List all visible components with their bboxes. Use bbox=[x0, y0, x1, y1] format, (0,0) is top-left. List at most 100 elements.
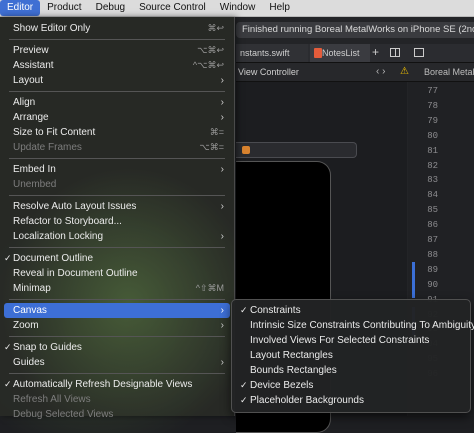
line-number: 82 bbox=[427, 160, 438, 171]
add-editor-icon[interactable]: + bbox=[372, 45, 379, 59]
menu-item-refactor-to-storyboard[interactable]: Refactor to Storyboard... bbox=[4, 214, 230, 229]
line-number: 83 bbox=[427, 175, 438, 186]
chevron-right-icon: › bbox=[220, 112, 224, 123]
line-number: 86 bbox=[427, 220, 438, 231]
menu-item-label: Placeholder Backgrounds bbox=[250, 395, 364, 406]
canvas-option-placeholder-backgrounds[interactable]: ✓ Placeholder Backgrounds bbox=[236, 393, 466, 408]
menu-item-resolve-auto-layout-issues[interactable]: Resolve Auto Layout Issues › bbox=[4, 199, 230, 214]
menu-item-label: Canvas bbox=[13, 305, 47, 316]
keyboard-shortcut: ^⌥⌘↩ bbox=[192, 60, 224, 70]
menu-item-layout[interactable]: Layout › bbox=[4, 73, 230, 88]
keyboard-shortcut: ^⇧⌘M bbox=[195, 283, 224, 293]
canvas-option-device-bezels[interactable]: ✓ Device Bezels bbox=[236, 378, 466, 393]
editor-menu: Show Editor Only ⌘↩ Preview ⌥⌘↩ Assistant ^⌥⌘… bbox=[0, 17, 235, 420]
menu-item-document-outline[interactable]: ✓ Document Outline bbox=[4, 251, 230, 266]
chevron-right-icon: › bbox=[220, 320, 224, 331]
split-editor-icon[interactable] bbox=[390, 48, 400, 57]
warning-icon[interactable]: ⚠ bbox=[400, 63, 409, 81]
menu-item-label: Refactor to Storyboard... bbox=[13, 216, 122, 227]
scene-dock[interactable] bbox=[236, 142, 357, 158]
chevron-right-icon: › bbox=[220, 75, 224, 86]
menu-item-assistant[interactable]: Assistant ^⌥⌘↩ bbox=[4, 58, 230, 73]
menu-item-debug-selected-views: Debug Selected Views bbox=[4, 407, 230, 422]
menu-item-unembed: Unembed bbox=[4, 177, 230, 192]
menu-item-label: Snap to Guides bbox=[13, 342, 82, 353]
tab-label: NotesList bbox=[322, 48, 360, 58]
menu-item-label: Update Frames bbox=[13, 142, 82, 153]
menubar-help[interactable]: Help bbox=[262, 0, 297, 16]
menu-item-label: Minimap bbox=[13, 283, 51, 294]
menu-item-automatically-refresh-designable-views[interactable]: ✓ Automatically Refresh Designable Views bbox=[4, 377, 230, 392]
line-number: 88 bbox=[427, 249, 438, 260]
chevron-right-icon: › bbox=[220, 201, 224, 212]
tab-label: nstants.swift bbox=[240, 48, 290, 58]
menu-item-reveal-in-document-outline[interactable]: Reveal in Document Outline bbox=[4, 266, 230, 281]
menu-separator bbox=[9, 39, 225, 40]
chevron-right-icon: › bbox=[220, 357, 224, 368]
checkmark-icon: ✓ bbox=[240, 395, 248, 405]
checkmark-icon: ✓ bbox=[240, 305, 248, 315]
menu-item-label: Document Outline bbox=[13, 253, 94, 264]
menu-separator bbox=[9, 247, 225, 248]
menu-item-label: Localization Locking bbox=[13, 231, 104, 242]
activity-status: Finished running Boreal MetalWorks on iP… bbox=[236, 22, 474, 38]
menu-item-zoom[interactable]: Zoom › bbox=[4, 318, 230, 333]
keyboard-shortcut: ⌘= bbox=[209, 127, 224, 137]
menu-item-label: Layout bbox=[13, 75, 44, 86]
menu-item-arrange[interactable]: Arrange › bbox=[4, 110, 230, 125]
menu-item-align[interactable]: Align › bbox=[4, 95, 230, 110]
menu-item-update-frames: Update Frames ⌥⌘= bbox=[4, 140, 230, 155]
menu-item-embed-in[interactable]: Embed In › bbox=[4, 162, 230, 177]
menubar-window[interactable]: Window bbox=[213, 0, 263, 16]
line-number: 80 bbox=[427, 130, 438, 141]
canvas-option-intrinsic-size-constraints-contributing-to-ambiguity[interactable]: Intrinsic Size Constraints Contributing … bbox=[236, 318, 474, 333]
menu-item-label: Intrinsic Size Constraints Contributing … bbox=[250, 320, 474, 331]
menu-item-canvas[interactable]: Canvas › bbox=[4, 303, 230, 318]
line-number: 85 bbox=[427, 205, 438, 216]
menu-item-label: Resolve Auto Layout Issues bbox=[13, 201, 137, 212]
keyboard-shortcut: ⌥⌘= bbox=[199, 142, 224, 152]
checkmark-icon: ✓ bbox=[240, 380, 248, 390]
menu-item-label: Debug Selected Views bbox=[13, 409, 114, 420]
editor-options-icon[interactable] bbox=[414, 48, 424, 57]
canvas-submenu: ✓ Constraints Intrinsic Size Constraints C… bbox=[231, 299, 474, 413]
menu-item-label: Show Editor Only bbox=[13, 23, 91, 34]
canvas-option-bounds-rectangles[interactable]: Bounds Rectangles bbox=[236, 363, 466, 378]
menu-item-minimap[interactable]: Minimap ^⇧⌘M bbox=[4, 281, 230, 296]
checkmark-icon: ✓ bbox=[4, 342, 12, 352]
jump-bar-file[interactable]: Boreal MetalW bbox=[424, 63, 474, 81]
view-controller-icon bbox=[242, 146, 250, 154]
menu-item-show-editor-only[interactable]: Show Editor Only ⌘↩ bbox=[4, 21, 230, 36]
menubar-product[interactable]: Product bbox=[40, 0, 88, 16]
menu-item-label: Automatically Refresh Designable Views bbox=[13, 379, 193, 390]
line-number: 81 bbox=[427, 145, 438, 156]
menu-item-guides[interactable]: Guides › bbox=[4, 355, 230, 370]
menu-item-snap-to-guides[interactable]: ✓ Snap to Guides bbox=[4, 340, 230, 355]
menu-item-preview[interactable]: Preview ⌥⌘↩ bbox=[4, 43, 230, 58]
checkmark-icon: ✓ bbox=[4, 253, 12, 263]
menu-item-localization-locking[interactable]: Localization Locking › bbox=[4, 229, 230, 244]
menu-item-label: Reveal in Document Outline bbox=[13, 268, 138, 279]
menu-item-label: Bounds Rectangles bbox=[250, 365, 337, 376]
menu-item-label: Embed In bbox=[13, 164, 56, 175]
menu-bar: Editor Product Debug Source Control Wind… bbox=[0, 0, 474, 17]
menu-separator bbox=[9, 91, 225, 92]
canvas-option-involved-views-for-selected-constraints[interactable]: Involved Views For Selected Constraints bbox=[236, 333, 466, 348]
canvas-option-layout-rectangles[interactable]: Layout Rectangles bbox=[236, 348, 466, 363]
nav-arrows-icon[interactable]: ‹ › bbox=[376, 63, 385, 81]
menubar-editor[interactable]: Editor bbox=[0, 0, 41, 16]
tab-noteslist[interactable]: NotesList bbox=[310, 44, 370, 62]
jump-bar-scene[interactable]: View Controller bbox=[238, 63, 299, 81]
menu-item-label: Layout Rectangles bbox=[250, 350, 333, 361]
line-number: 84 bbox=[427, 190, 438, 201]
swift-file-icon bbox=[314, 48, 322, 58]
menu-separator bbox=[9, 195, 225, 196]
keyboard-shortcut: ⌥⌘↩ bbox=[197, 45, 224, 55]
menu-separator bbox=[9, 373, 225, 374]
menu-item-label: Arrange bbox=[13, 112, 49, 123]
menu-item-size-to-fit-content[interactable]: Size to Fit Content ⌘= bbox=[4, 125, 230, 140]
tab-constants-swift[interactable]: nstants.swift bbox=[236, 44, 308, 62]
menubar-debug[interactable]: Debug bbox=[89, 0, 132, 16]
canvas-option-constraints[interactable]: ✓ Constraints bbox=[236, 303, 466, 318]
menubar-source-control[interactable]: Source Control bbox=[132, 0, 213, 16]
